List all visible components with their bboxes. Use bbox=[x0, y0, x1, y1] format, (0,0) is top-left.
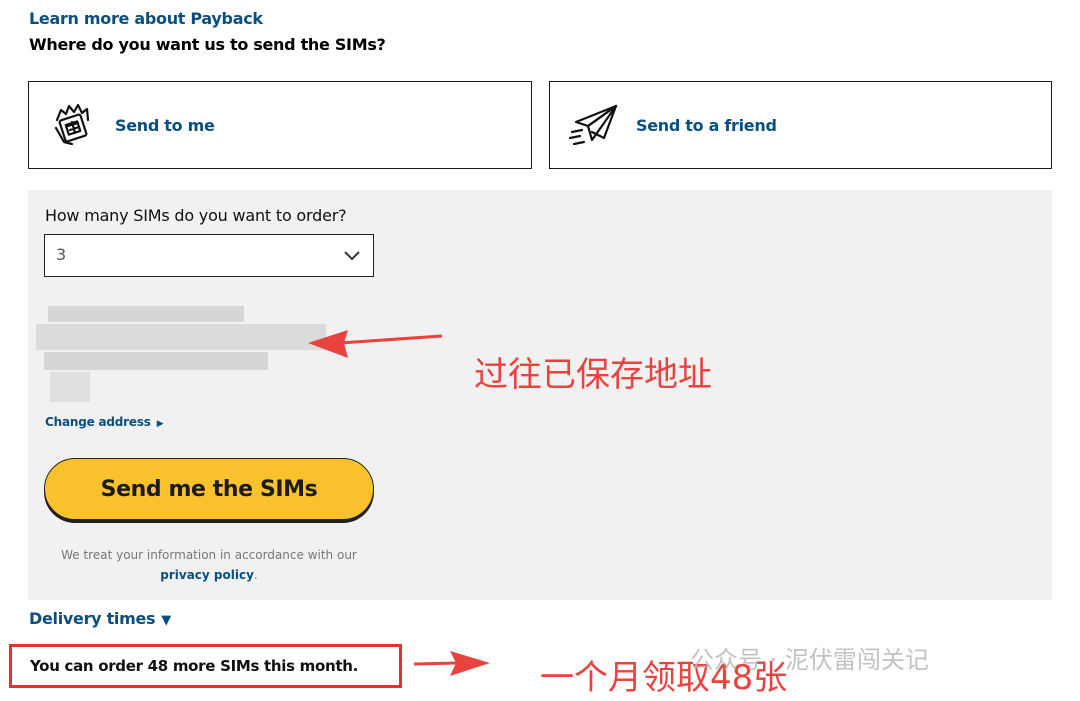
quantity-select[interactable]: 3 bbox=[44, 234, 374, 277]
triangle-down-icon: ▼ bbox=[161, 613, 171, 628]
annotation-saved-address: 过往已保存地址 bbox=[474, 355, 712, 395]
quantity-label: How many SIMs do you want to order? bbox=[45, 206, 347, 225]
privacy-policy-link[interactable]: privacy policy bbox=[160, 568, 254, 582]
paper-plane-icon bbox=[568, 99, 620, 151]
send-to-me-option[interactable]: Send to me bbox=[28, 81, 532, 169]
delivery-times-label: Delivery times bbox=[29, 609, 156, 628]
triangle-right-icon: ▶ bbox=[156, 419, 164, 429]
privacy-text-after: . bbox=[253, 568, 258, 582]
change-address-link[interactable]: Change address ▶ bbox=[45, 415, 164, 429]
send-sims-button[interactable]: Send me the SIMs bbox=[44, 458, 374, 520]
send-destination-question: Where do you want us to send the SIMs? bbox=[29, 35, 386, 54]
blurred-saved-address bbox=[34, 300, 326, 410]
change-address-label: Change address bbox=[45, 415, 151, 429]
send-to-friend-label: Send to a friend bbox=[636, 115, 777, 135]
monthly-limit-notice: You can order 48 more SIMs this month. bbox=[9, 644, 402, 688]
privacy-text-before: We treat your information in accordance … bbox=[61, 548, 357, 562]
annotation-arrow-limit bbox=[413, 651, 490, 676]
annotation-arrow-address bbox=[308, 330, 443, 358]
watermark-text: 公众号 · 泥伏雷闯关记 bbox=[690, 646, 929, 674]
learn-more-payback-link[interactable]: Learn more about Payback bbox=[29, 9, 263, 28]
send-to-friend-option[interactable]: Send to a friend bbox=[549, 81, 1052, 169]
hand-sim-icon bbox=[47, 99, 99, 151]
send-to-me-label: Send to me bbox=[115, 115, 215, 135]
privacy-notice: We treat your information in accordance … bbox=[44, 545, 374, 585]
quantity-selected-value: 3 bbox=[56, 245, 67, 264]
delivery-times-toggle[interactable]: Delivery times ▼ bbox=[29, 609, 171, 628]
chevron-down-icon bbox=[344, 251, 360, 261]
